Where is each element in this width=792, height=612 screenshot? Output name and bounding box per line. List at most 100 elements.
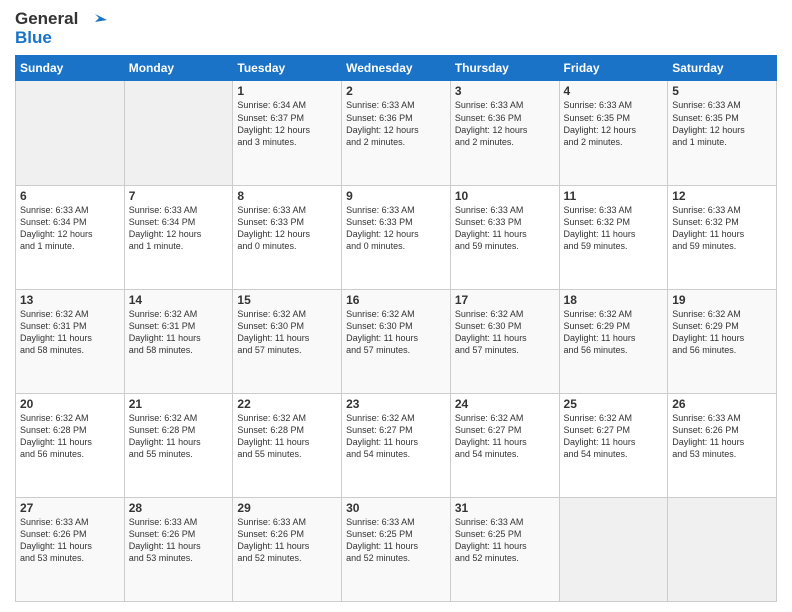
day-number: 11 (564, 189, 664, 203)
calendar-cell: 22Sunrise: 6:32 AMSunset: 6:28 PMDayligh… (233, 393, 342, 497)
day-info: Sunrise: 6:33 AMSunset: 6:34 PMDaylight:… (20, 204, 120, 253)
day-number: 12 (672, 189, 772, 203)
calendar-cell: 16Sunrise: 6:32 AMSunset: 6:30 PMDayligh… (342, 289, 451, 393)
calendar-cell: 14Sunrise: 6:32 AMSunset: 6:31 PMDayligh… (124, 289, 233, 393)
dow-header-tuesday: Tuesday (233, 56, 342, 81)
calendar-cell (16, 81, 125, 185)
day-info: Sunrise: 6:33 AMSunset: 6:26 PMDaylight:… (20, 516, 120, 565)
day-info: Sunrise: 6:33 AMSunset: 6:25 PMDaylight:… (346, 516, 446, 565)
calendar-cell: 10Sunrise: 6:33 AMSunset: 6:33 PMDayligh… (450, 185, 559, 289)
header: General Blue (15, 10, 777, 47)
dow-header-friday: Friday (559, 56, 668, 81)
day-info: Sunrise: 6:32 AMSunset: 6:31 PMDaylight:… (20, 308, 120, 357)
calendar-cell: 25Sunrise: 6:32 AMSunset: 6:27 PMDayligh… (559, 393, 668, 497)
week-row-4: 20 Sunrise: 6:32 AMSunset: 6:28 PMDayligh… (16, 393, 777, 497)
calendar-cell: 12Sunrise: 6:33 AMSunset: 6:32 PMDayligh… (668, 185, 777, 289)
day-number: 19 (672, 293, 772, 307)
calendar-cell (668, 497, 777, 601)
day-info: Sunrise: 6:32 AMSunset: 6:30 PMDaylight:… (346, 308, 446, 357)
day-info: Sunrise: 6:32 AMSunset: 6:27 PMDaylight:… (346, 412, 446, 461)
calendar-cell: 17Sunrise: 6:32 AMSunset: 6:30 PMDayligh… (450, 289, 559, 393)
day-info: Sunrise: 6:33 AMSunset: 6:35 PMDaylight:… (672, 99, 772, 148)
dow-header-sunday: Sunday (16, 56, 125, 81)
dow-header-wednesday: Wednesday (342, 56, 451, 81)
day-info: Sunrise: 6:33 AMSunset: 6:34 PMDaylight:… (129, 204, 229, 253)
day-number: 16 (346, 293, 446, 307)
dow-header-monday: Monday (124, 56, 233, 81)
page: General Blue SundayMondayTuesdayWednesda… (0, 0, 792, 612)
calendar-cell (124, 81, 233, 185)
day-info: Sunrise: 6:33 AMSunset: 6:33 PMDaylight:… (237, 204, 337, 253)
calendar-cell: 29Sunrise: 6:33 AMSunset: 6:26 PMDayligh… (233, 497, 342, 601)
day-number: 23 (346, 397, 446, 411)
calendar-cell: 5Sunrise: 6:33 AMSunset: 6:35 PMDaylight… (668, 81, 777, 185)
calendar-body: 1Sunrise: 6:34 AMSunset: 6:37 PMDaylight… (16, 81, 777, 602)
day-info: Sunrise: 6:33 AMSunset: 6:26 PMDaylight:… (237, 516, 337, 565)
calendar-cell: 9Sunrise: 6:33 AMSunset: 6:33 PMDaylight… (342, 185, 451, 289)
day-info: Sunrise: 6:33 AMSunset: 6:26 PMDaylight:… (129, 516, 229, 565)
day-info: Sunrise: 6:33 AMSunset: 6:36 PMDaylight:… (455, 99, 555, 148)
calendar-cell: 24Sunrise: 6:32 AMSunset: 6:27 PMDayligh… (450, 393, 559, 497)
week-row-3: 13Sunrise: 6:32 AMSunset: 6:31 PMDayligh… (16, 289, 777, 393)
day-number: 4 (564, 84, 664, 98)
day-number: 31 (455, 501, 555, 515)
day-info: Sunrise: 6:33 AMSunset: 6:33 PMDaylight:… (455, 204, 555, 253)
week-row-1: 1Sunrise: 6:34 AMSunset: 6:37 PMDaylight… (16, 81, 777, 185)
day-number: 30 (346, 501, 446, 515)
calendar-cell: 19Sunrise: 6:32 AMSunset: 6:29 PMDayligh… (668, 289, 777, 393)
day-number: 22 (237, 397, 337, 411)
day-info: Sunrise: 6:32 AMSunset: 6:29 PMDaylight:… (672, 308, 772, 357)
logo-area: General Blue (15, 10, 107, 47)
day-info: Sunrise: 6:33 AMSunset: 6:25 PMDaylight:… (455, 516, 555, 565)
day-number: 18 (564, 293, 664, 307)
day-number: 27 (20, 501, 120, 515)
dow-header-thursday: Thursday (450, 56, 559, 81)
day-info: Sunrise: 6:34 AMSunset: 6:37 PMDaylight:… (237, 99, 337, 148)
day-info: Sunrise: 6:33 AMSunset: 6:35 PMDaylight:… (564, 99, 664, 148)
calendar-cell: 3Sunrise: 6:33 AMSunset: 6:36 PMDaylight… (450, 81, 559, 185)
calendar-cell (559, 497, 668, 601)
day-number: 3 (455, 84, 555, 98)
logo: General Blue (15, 10, 107, 47)
day-of-week-row: SundayMondayTuesdayWednesdayThursdayFrid… (16, 56, 777, 81)
day-info: Sunrise: 6:32 AMSunset: 6:31 PMDaylight:… (129, 308, 229, 357)
day-number: 5 (672, 84, 772, 98)
day-number: 2 (346, 84, 446, 98)
calendar-cell: 28Sunrise: 6:33 AMSunset: 6:26 PMDayligh… (124, 497, 233, 601)
day-info: Sunrise: 6:33 AMSunset: 6:32 PMDaylight:… (672, 204, 772, 253)
calendar-cell: 11Sunrise: 6:33 AMSunset: 6:32 PMDayligh… (559, 185, 668, 289)
calendar-cell: 23Sunrise: 6:32 AMSunset: 6:27 PMDayligh… (342, 393, 451, 497)
calendar-cell: 1Sunrise: 6:34 AMSunset: 6:37 PMDaylight… (233, 81, 342, 185)
week-row-5: 27Sunrise: 6:33 AMSunset: 6:26 PMDayligh… (16, 497, 777, 601)
calendar-cell: 15Sunrise: 6:32 AMSunset: 6:30 PMDayligh… (233, 289, 342, 393)
day-info: Sunrise: 6:33 AMSunset: 6:26 PMDaylight:… (672, 412, 772, 461)
day-number: 28 (129, 501, 229, 515)
day-number: 25 (564, 397, 664, 411)
day-number: 29 (237, 501, 337, 515)
calendar-cell: 20Sunrise: 6:32 AMSunset: 6:28 PMDayligh… (16, 393, 125, 497)
day-number: 15 (237, 293, 337, 307)
logo-bird-icon (85, 12, 107, 28)
dow-header-saturday: Saturday (668, 56, 777, 81)
day-number: 21 (129, 397, 229, 411)
calendar-cell: 18Sunrise: 6:32 AMSunset: 6:29 PMDayligh… (559, 289, 668, 393)
day-number: 9 (346, 189, 446, 203)
day-number: 17 (455, 293, 555, 307)
calendar-cell: 31Sunrise: 6:33 AMSunset: 6:25 PMDayligh… (450, 497, 559, 601)
day-info: Sunrise: 6:32 AMSunset: 6:27 PMDaylight:… (564, 412, 664, 461)
day-number: 20 (20, 397, 120, 411)
day-info: Sunrise: 6:33 AMSunset: 6:32 PMDaylight:… (564, 204, 664, 253)
calendar-cell: 8Sunrise: 6:33 AMSunset: 6:33 PMDaylight… (233, 185, 342, 289)
day-number: 13 (20, 293, 120, 307)
day-number: 14 (129, 293, 229, 307)
calendar-cell: 26Sunrise: 6:33 AMSunset: 6:26 PMDayligh… (668, 393, 777, 497)
day-number: 24 (455, 397, 555, 411)
day-number: 26 (672, 397, 772, 411)
calendar-cell: 27Sunrise: 6:33 AMSunset: 6:26 PMDayligh… (16, 497, 125, 601)
day-info: Sunrise: 6:32 AMSunset: 6:30 PMDaylight:… (237, 308, 337, 357)
calendar-cell: 21Sunrise: 6:32 AMSunset: 6:28 PMDayligh… (124, 393, 233, 497)
day-info: Sunrise: 6:32 AMSunset: 6:28 PMDaylight:… (237, 412, 337, 461)
day-info: Sunrise: 6:32 AMSunset: 6:29 PMDaylight:… (564, 308, 664, 357)
day-number: 8 (237, 189, 337, 203)
day-info: Sunrise: 6:32 AMSunset: 6:28 PMDaylight:… (129, 412, 229, 461)
